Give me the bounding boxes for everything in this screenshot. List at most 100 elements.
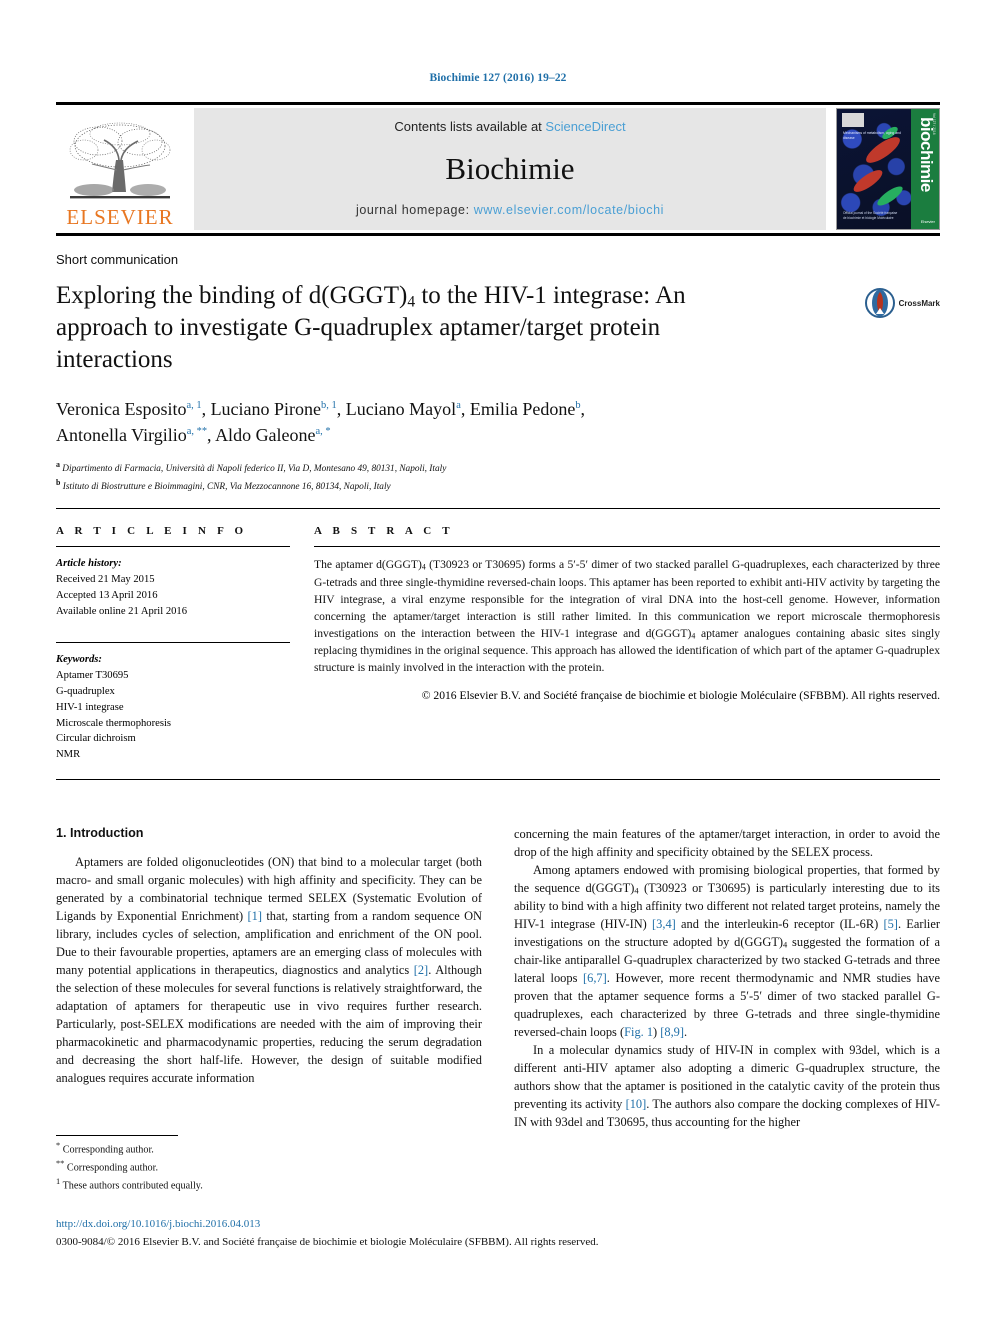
footnote-rule (56, 1135, 178, 1136)
author-name: Antonella Virgilio (56, 425, 187, 446)
para-text: . Although the selection of these molecu… (56, 963, 482, 1086)
article-info-heading: A R T I C L E I N F O (56, 525, 248, 538)
affiliation-item: b Istituto di Biostrutture e Bioimmagini… (56, 477, 940, 495)
footnote-text: Corresponding author. (62, 1144, 154, 1156)
cover-journal-title: biochimie (917, 117, 936, 192)
section-heading-introduction: 1. Introduction (56, 826, 144, 841)
keyword-item: HIV-1 integrase (56, 701, 124, 713)
keyword-item: Microscale thermophoresis (56, 717, 172, 729)
citation-ref[interactable]: [2] (414, 963, 428, 977)
homepage-label: journal homepage: (355, 203, 474, 217)
title-row: Exploring the binding of d(GGGT)4 to the… (56, 280, 940, 376)
affiliation-mark: b (56, 477, 61, 487)
page-footer: http://dx.doi.org/10.1016/j.biochi.2016.… (56, 1216, 940, 1250)
footnotes-block: * Corresponding author. ** Corresponding… (56, 1135, 482, 1194)
info-block-top-rule (56, 508, 940, 510)
footnote-text: These authors contributed equally. (62, 1180, 203, 1192)
author-affiliation-marks: a (456, 400, 461, 412)
elsevier-tree-icon (69, 122, 171, 199)
citation-ref[interactable]: [6,7] (583, 971, 607, 985)
cover-logo-box (842, 113, 864, 127)
homepage-url-link[interactable]: www.elsevier.com/locate/biochi (474, 203, 664, 217)
paragraph: concerning the main features of the apta… (514, 827, 940, 860)
page-content: Biochimie 127 (2016) 19–22 ELSEVIER Cont… (56, 0, 940, 1132)
footnote-item: ** Corresponding author. (56, 1158, 482, 1176)
citation-ref[interactable]: [8,9] (660, 1025, 684, 1039)
title-subscript: 4 (407, 293, 416, 311)
doi-link[interactable]: http://dx.doi.org/10.1016/j.biochi.2016.… (56, 1216, 940, 1233)
abstract-column: A B S T R A C T The aptamer d(GGGT)4 (T3… (314, 525, 940, 763)
cover-spine: Vol 127 / 2016 biochimie Elsevier (911, 109, 939, 229)
article-history-accepted: Accepted 13 April 2016 (56, 590, 158, 602)
author-name: Veronica Esposito (56, 399, 187, 420)
journal-masthead: ELSEVIER Contents lists available at Sci… (56, 108, 940, 230)
footnote-mark: 1 (56, 1176, 61, 1186)
author-affiliation-marks: b, 1 (321, 400, 337, 412)
article-history-online: Available online 21 April 2016 (56, 606, 188, 618)
journal-article-page: Biochimie 127 (2016) 19–22 ELSEVIER Cont… (0, 0, 992, 1323)
cover-publisher-badge: Elsevier (920, 219, 935, 224)
cover-caption: Mechanisms of metabolism, aging and dise… (843, 131, 901, 141)
journal-homepage-line: journal homepage: www.elsevier.com/locat… (356, 203, 664, 217)
affiliation-text: Dipartimento di Farmacia, Università di … (62, 464, 447, 475)
affiliation-item: a Dipartimento di Farmacia, Università d… (56, 459, 940, 477)
issn-copyright-line: 0300-9084/© 2016 Elsevier B.V. and Socié… (56, 1235, 599, 1248)
abstract-heading: A B S T R A C T (314, 525, 454, 538)
para-text: . (684, 1025, 688, 1040)
crossmark-badge[interactable]: CrossMark (864, 288, 940, 318)
author-list: Veronica Espositoa, 1, Luciano Pironeb, … (56, 399, 586, 446)
abstract-copyright: © 2016 Elsevier B.V. and Société françai… (421, 688, 940, 702)
paragraph: In a molecular dynamics study of HIV-IN … (514, 1042, 940, 1132)
author-affiliation-marks: a, ** (186, 426, 208, 438)
citation-ref[interactable]: [5] (883, 917, 897, 931)
paragraph: Aptamers are folded oligonucleotides (ON… (56, 854, 482, 1088)
elsevier-wordmark: ELSEVIER (66, 205, 174, 229)
keywords-block: Keywords: Aptamer T30695 G-quadruplex HI… (56, 652, 290, 763)
author-name: Luciano Mayol (345, 399, 457, 420)
paragraph: Among aptamers endowed with promising bi… (514, 862, 940, 1042)
author-affiliation-marks: b (575, 400, 581, 412)
keyword-item: Aptamer T30695 (56, 669, 129, 681)
keyword-item: G-quadruplex (56, 685, 115, 697)
keyword-item: NMR (56, 749, 81, 761)
abstract-part1: The aptamer d(GGGT) (314, 558, 422, 572)
sciencedirect-link[interactable]: ScienceDirect (545, 119, 625, 134)
author-name: Emilia Pedone (469, 399, 576, 420)
contents-prefix: Contents lists available at (394, 119, 546, 134)
author-affiliation-marks: a, * (315, 426, 331, 438)
author-affiliation-marks: a, 1 (186, 400, 202, 412)
article-info-rule (56, 546, 290, 548)
cover-subcaption: Official journal of the Société français… (843, 210, 898, 220)
footnote-item: * Corresponding author. (56, 1140, 482, 1158)
crossmark-label: CrossMark (898, 298, 940, 308)
keyword-item: Circular dichroism (56, 733, 136, 745)
masthead-top-rule (56, 102, 940, 105)
footnote-text: Corresponding author. (66, 1162, 159, 1174)
para-text: and the interleukin-6 receptor (IL-6R) (675, 917, 884, 932)
affiliation-text: Istituto di Biostrutture e Bioimmagini, … (62, 482, 391, 493)
body-column-right: concerning the main features of the apta… (514, 826, 940, 1132)
footnote-mark: * (56, 1141, 61, 1150)
running-head: Biochimie 127 (2016) 19–22 (429, 72, 567, 84)
abstract-rule (314, 546, 940, 548)
page-title: Exploring the binding of d(GGGT)4 to the… (56, 280, 756, 376)
author-name: Luciano Pirone (210, 399, 322, 420)
figure-ref[interactable]: Fig. 1 (624, 1025, 653, 1039)
cover-cell-shape (874, 183, 906, 209)
cover-microscopy-image: Mechanisms of metabolism, aging and dise… (837, 109, 913, 229)
citation-ref[interactable]: [3,4] (652, 917, 676, 931)
body-column-left: 1. Introduction Aptamers are folded olig… (56, 826, 482, 1132)
masthead-center: Contents lists available at ScienceDirec… (194, 108, 826, 230)
citation-ref[interactable]: [1] (248, 909, 262, 923)
article-type-label: Short communication (56, 252, 179, 267)
footnote-mark: ** (56, 1158, 65, 1168)
citation-ref[interactable]: [10] (626, 1097, 647, 1111)
affiliation-mark: a (56, 460, 60, 470)
info-block-bottom-rule (56, 779, 940, 781)
elsevier-logo: ELSEVIER (56, 108, 184, 230)
journal-title: Biochimie (445, 151, 575, 186)
contents-available-line: Contents lists available at ScienceDirec… (394, 119, 625, 134)
article-history-received: Received 21 May 2015 (56, 574, 155, 586)
crossmark-icon (864, 288, 895, 318)
keywords-rule (56, 641, 290, 643)
